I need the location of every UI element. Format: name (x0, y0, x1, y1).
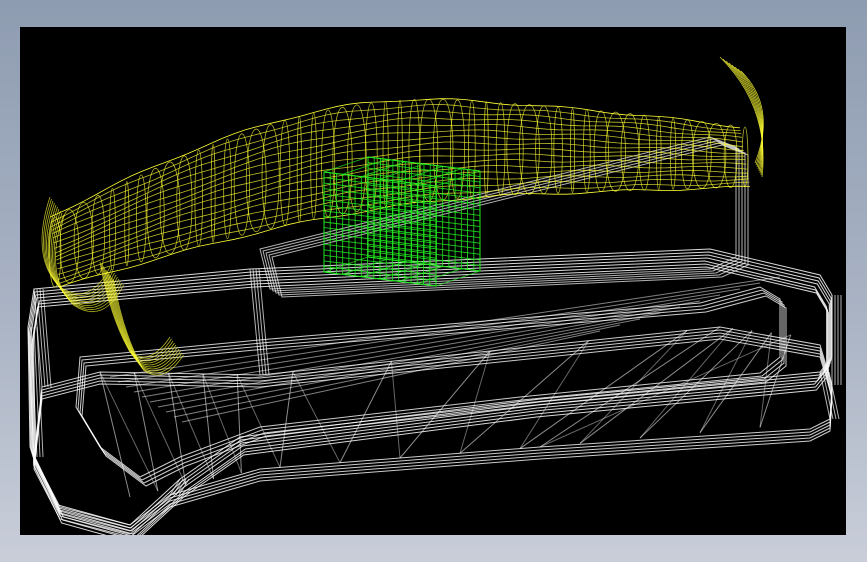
wireframe-canvas[interactable] (20, 27, 846, 535)
cad-wireframe-viewport[interactable] (20, 27, 846, 535)
